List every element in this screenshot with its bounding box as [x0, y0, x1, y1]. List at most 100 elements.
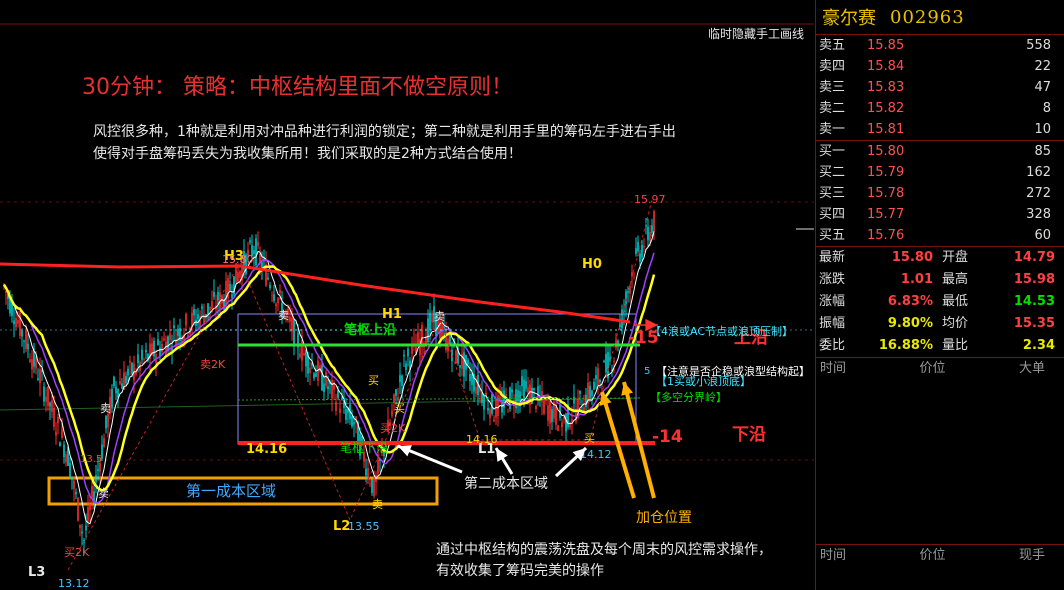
tick-header: 时间 价位 大单: [816, 357, 1064, 380]
bid-row[interactable]: 买一 15.80 85: [816, 141, 1064, 162]
bid-row[interactable]: 买二 15.79 162: [816, 162, 1064, 183]
bid-label: 买二: [819, 165, 846, 180]
pivot-l3: L3: [28, 565, 45, 580]
ask-vol: 47: [1034, 80, 1051, 95]
stat-l2: 开盘: [942, 250, 969, 265]
zigzag-line: [67, 199, 653, 571]
bid-label: 买四: [819, 207, 846, 222]
signal-9: 买: [584, 432, 595, 445]
stat-l2: 最高: [942, 272, 969, 287]
pivot-l3-price: 13.12: [58, 577, 90, 590]
stock-title: 豪尔赛 002963: [816, 0, 1064, 35]
ask-row[interactable]: 卖二 15.82 8: [816, 98, 1064, 119]
ma-mid-line: [3, 252, 655, 504]
ask-price: 15.81: [867, 122, 905, 137]
bid-price: 15.78: [867, 186, 905, 201]
ma-red-line: [0, 262, 631, 324]
ask-label: 卖五: [819, 38, 846, 53]
trade-header: 时间 价位 现手: [816, 544, 1064, 567]
signal-5: 卖: [278, 309, 289, 322]
bid-row[interactable]: 买五 15.76 60: [816, 225, 1064, 246]
ask-row[interactable]: 卖一 15.81 10: [816, 119, 1064, 140]
stat-l1: 最新: [819, 250, 846, 265]
bottom-note-2: 有效收集了筹码完美的操作: [436, 562, 604, 579]
quote-panel: 豪尔赛 002963 卖五 15.85 558 卖四 15.84 22 卖三 15.83 47 卖…: [815, 0, 1064, 590]
pivot-l1: L1: [478, 442, 495, 457]
lower-price-label: 14.16: [246, 442, 287, 457]
stat-l1: 涨跌: [819, 272, 846, 287]
stat-l1: 涨幅: [819, 294, 846, 309]
signal-13: 5: [644, 366, 650, 377]
bottom-note-1: 通过中枢结构的震荡洗盘及每个周末的风控需求操作，: [436, 541, 772, 558]
ask-vol: 10: [1034, 122, 1051, 137]
zone2-label: 第二成本区域: [464, 475, 548, 492]
ask-vol: 22: [1034, 59, 1051, 74]
ask-price: 15.82: [867, 101, 905, 116]
bid-vol: 272: [1026, 186, 1051, 201]
chart-heading: 30分钟： 策略：中枢结构里面不做空原则！: [82, 75, 513, 100]
bid-label: 买一: [819, 144, 846, 159]
hint-1: 【4浪或AC节点或浪顶压制】: [650, 324, 793, 338]
lower-edge-text: 下沿: [732, 425, 766, 445]
bid-vol: 85: [1034, 144, 1051, 159]
bid-vol: 328: [1026, 207, 1051, 222]
pivot-h3-price: 15.80: [222, 253, 254, 266]
add-position-label: 加仓位置: [636, 510, 692, 526]
ask-vol: 8: [1042, 101, 1051, 116]
tick-list[interactable]: [816, 380, 1064, 544]
stat-v1: 6.83%: [887, 294, 933, 309]
ask-row[interactable]: 卖五 15.85 558: [816, 35, 1064, 56]
ask-label: 卖四: [819, 59, 846, 74]
desc-line-1: 风控很多种，1种就是利用对冲品种进行利润的锁定；第二种就是利用手里的筹码左手进右…: [93, 123, 676, 140]
ask-row[interactable]: 卖三 15.83 47: [816, 77, 1064, 98]
signal-1: 买2K: [64, 546, 90, 559]
price-high-label: 15.97: [634, 193, 666, 206]
stat-v2: 15.35: [1013, 316, 1055, 331]
stat-l1: 振幅: [819, 316, 846, 331]
pivot-h1: H1: [382, 307, 402, 322]
bid-row[interactable]: 买四 15.77 328: [816, 204, 1064, 225]
stat-l2: 量比: [942, 338, 969, 353]
ask-label: 卖一: [819, 122, 846, 137]
signal-4: 卖: [98, 487, 109, 500]
stat-v2: 15.98: [1013, 272, 1055, 287]
stock-code: 002963: [890, 6, 965, 28]
pivot-h0: H0: [582, 257, 602, 272]
stock-name: 豪尔赛: [822, 8, 876, 29]
toolbar-label[interactable]: 临时隐藏手工画线: [708, 27, 804, 41]
chart-labels: 临时隐藏手工画线 30分钟： 策略：中枢结构里面不做空原则！ 风控很多种，1种就…: [28, 27, 810, 590]
candlestick-chart[interactable]: 临时隐藏手工画线 30分钟： 策略：中枢结构里面不做空原则！ 风控很多种，1种就…: [0, 0, 814, 590]
stat-v2: 14.53: [1013, 294, 1055, 309]
stat-v1: 9.80%: [887, 316, 933, 331]
ma-short-line: [3, 231, 655, 525]
bid-vol: 162: [1026, 165, 1051, 180]
pivot-l2-price: 13.55: [348, 520, 380, 533]
stat-v1: 1.01: [900, 272, 933, 287]
ask-price: 15.85: [867, 38, 905, 53]
desc-line-2: 使得对手盘筹码丢失为我收集所用！我们采取的是2种方式结合使用！: [93, 145, 522, 162]
signal-10: 卖: [372, 498, 383, 511]
bid-label: 买五: [819, 228, 846, 243]
bid-price: 15.79: [867, 165, 905, 180]
signal-12: 13.5: [80, 454, 102, 465]
bid-vol: 60: [1034, 228, 1051, 243]
bid-book: 买一 15.80 85 买二 15.79 162 买三 15.78 272 买四 15.77 328 买…: [816, 141, 1064, 246]
bid-price: 15.76: [867, 228, 905, 243]
stat-v1: 15.80: [891, 250, 933, 265]
ask-row[interactable]: 卖四 15.84 22: [816, 56, 1064, 77]
stat-v2: 2.34: [1022, 338, 1055, 353]
bid-price: 15.80: [867, 144, 905, 159]
stat-v1: 16.88%: [878, 338, 933, 353]
ask-book: 卖五 15.85 558 卖四 15.84 22 卖三 15.83 47 卖二 15.82 8 卖一 15…: [816, 35, 1064, 140]
stat-l1: 委比: [819, 338, 846, 353]
hint-3: 【1买或小浪顶底】: [656, 374, 751, 388]
signal-3: 买2K: [380, 422, 406, 435]
lower-edge-tag: -14: [652, 427, 683, 447]
upper-line-label: 笔枢上沿: [344, 322, 396, 338]
bid-label: 买三: [819, 186, 846, 201]
ask-price: 15.84: [867, 59, 905, 74]
zone1-label: 第一成本区域: [186, 482, 276, 500]
hint-4: 【多空分界岭】: [650, 390, 727, 404]
bid-row[interactable]: 买三 15.78 272: [816, 183, 1064, 204]
stat-v2: 14.79: [1013, 250, 1055, 265]
